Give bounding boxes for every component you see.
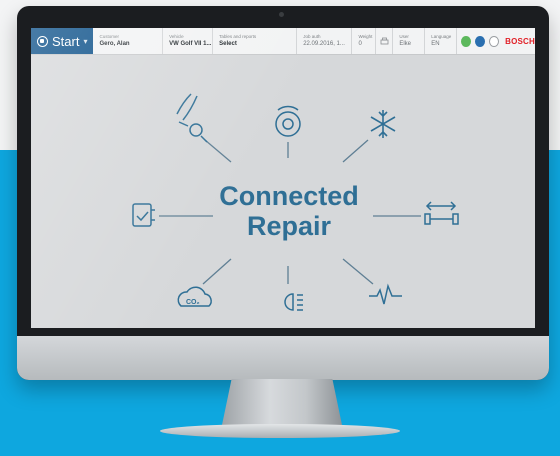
language-field[interactable]: Language EN xyxy=(425,28,458,54)
date-value: 22.09.2016, 1... xyxy=(303,41,345,47)
brake-disc-icon xyxy=(275,105,301,137)
diagnostic-checklist-icon xyxy=(132,203,155,227)
headlight-icon xyxy=(284,293,303,311)
status-ok-icon[interactable] xyxy=(461,35,472,47)
bosch-logo: BOSCH xyxy=(505,36,535,46)
printer-icon xyxy=(380,37,389,44)
weight-value: 0 xyxy=(358,41,362,47)
customer-value: Gero, Alan xyxy=(99,41,130,47)
language-value: EN xyxy=(431,41,440,47)
weight-field[interactable]: Weight 0 xyxy=(352,28,377,54)
chevron-down-icon: ▾ xyxy=(83,36,88,46)
start-icon xyxy=(37,35,48,47)
start-button[interactable]: Start ▾ xyxy=(31,28,94,54)
monitor-stand-base xyxy=(160,424,400,438)
monitor-stand-neck xyxy=(222,379,342,425)
screen: Start ▾ Customer Gero, Alan Vehicle VW G… xyxy=(31,28,535,328)
vehicle-value: VW Golf VII 1... xyxy=(169,41,212,47)
start-label: Start xyxy=(52,33,80,49)
air-conditioning-icon xyxy=(370,110,396,138)
axle-measurement-icon xyxy=(424,201,459,225)
top-bar: Start ▾ Customer Gero, Alan Vehicle VW G… xyxy=(31,28,535,55)
wheel-alignment-icon xyxy=(176,93,208,143)
title-repair: Repair xyxy=(246,211,332,241)
camera xyxy=(279,12,284,17)
monitor: Start ▾ Customer Gero, Alan Vehicle VW G… xyxy=(17,6,549,380)
tables-value: Select xyxy=(219,41,237,47)
monitor-chin xyxy=(17,336,549,380)
user-field[interactable]: User Elke xyxy=(393,28,426,54)
tables-field[interactable]: Tables and reports Select xyxy=(213,28,298,54)
co2-text: CO₂ xyxy=(186,299,200,306)
user-value: Elke xyxy=(399,41,412,47)
date-field[interactable]: Job auth 22.09.2016, 1... xyxy=(297,28,353,54)
customer-field[interactable]: Customer Gero, Alan xyxy=(93,28,164,54)
connected-repair-diagram: CO₂ Connected Repair xyxy=(31,54,535,328)
settings-icon[interactable] xyxy=(489,35,500,47)
title-connected: Connected xyxy=(219,181,359,211)
vehicle-field[interactable]: Vehicle VW Golf VII 1... xyxy=(163,28,214,54)
heartbeat-icon xyxy=(369,283,402,305)
info-icon[interactable] xyxy=(475,35,486,47)
print-button[interactable] xyxy=(376,28,394,54)
